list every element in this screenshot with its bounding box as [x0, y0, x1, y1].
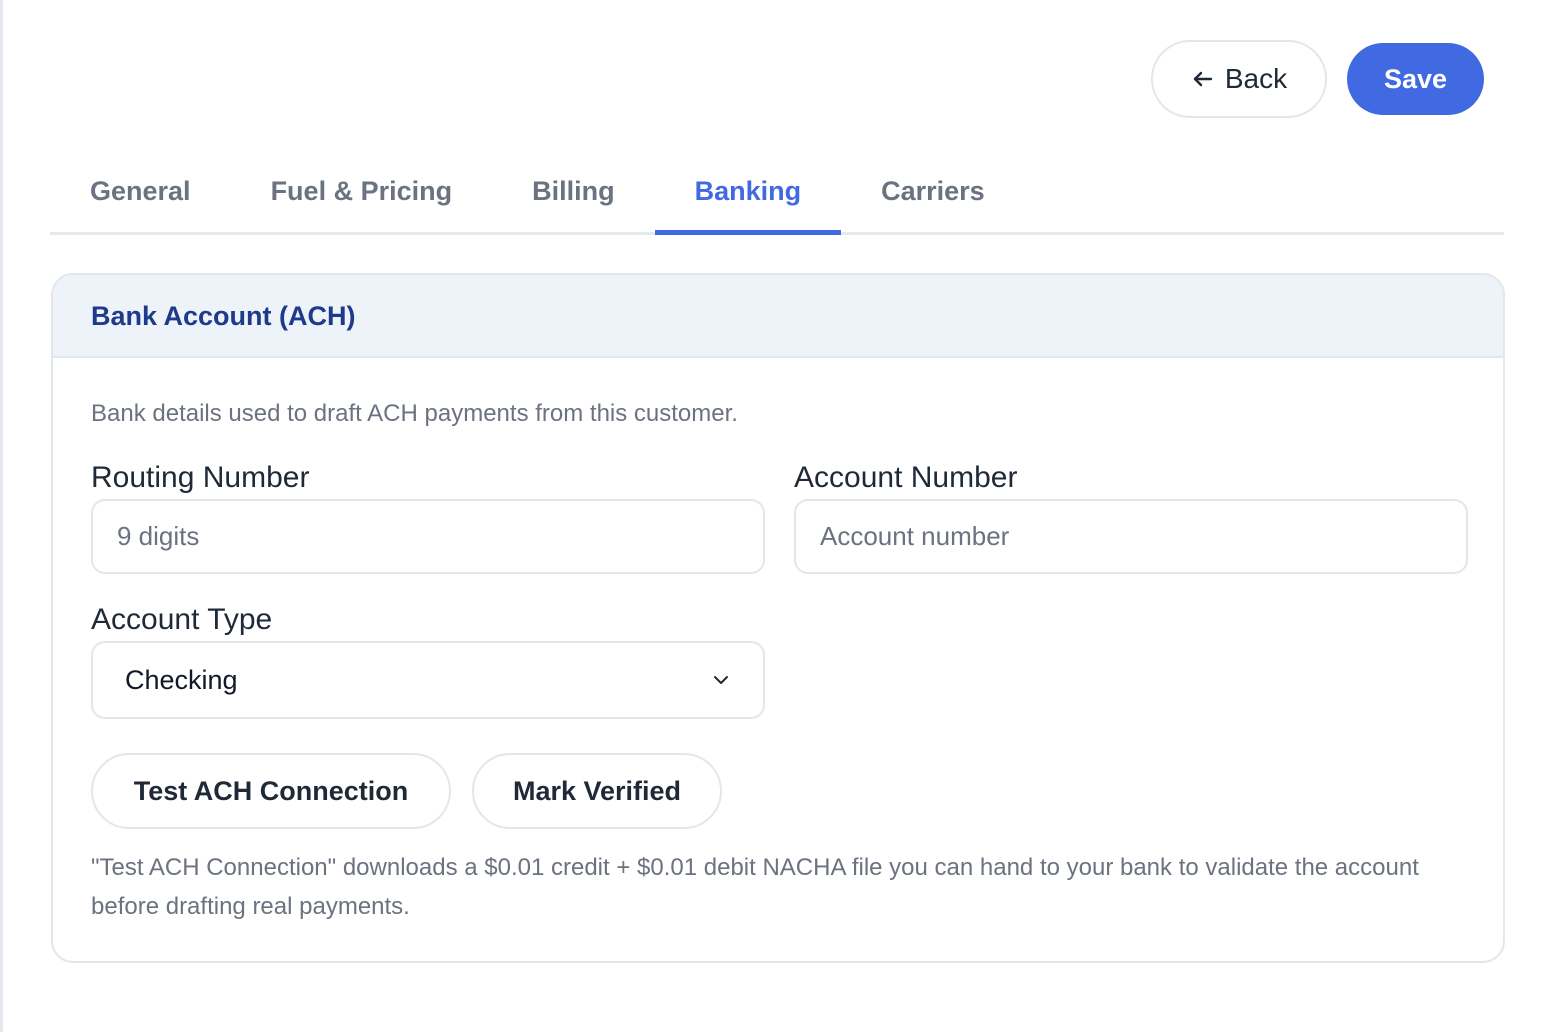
bank-account-card: Bank Account (ACH) Bank details used to …	[51, 273, 1505, 963]
back-button-label: Back	[1224, 63, 1288, 94]
account-type-value: Checking	[125, 664, 238, 695]
tab-banking[interactable]: Banking	[654, 160, 842, 235]
header-actions: Back Save	[1151, 40, 1484, 118]
tab-fuel-pricing[interactable]: Fuel & Pricing	[231, 160, 493, 232]
test-ach-connection-button[interactable]: Test ACH Connection	[91, 753, 451, 829]
tab-carriers[interactable]: Carriers	[841, 160, 1025, 232]
help-text: "Test ACH Connection" downloads a $0.01 …	[91, 854, 1419, 920]
routing-number-label: Routing Number	[91, 461, 310, 494]
tab-bar: General Fuel & Pricing Billing Banking C…	[50, 160, 1504, 235]
back-button[interactable]: Back	[1151, 40, 1327, 118]
card-title: Bank Account (ACH)	[53, 275, 1503, 358]
account-number-label: Account Number	[794, 461, 1018, 494]
routing-number-field: Routing Number	[91, 461, 765, 574]
chevron-down-icon	[711, 670, 731, 690]
save-button[interactable]: Save	[1347, 43, 1484, 115]
arrow-left-icon	[1191, 67, 1215, 91]
account-type-field: Account Type Checking	[91, 603, 765, 719]
routing-number-input[interactable]	[91, 499, 765, 574]
account-type-select[interactable]: Checking	[91, 641, 765, 719]
tab-billing[interactable]: Billing	[492, 160, 655, 232]
page: Back Save General Fuel & Pricing Billing…	[0, 0, 1556, 1032]
card-description: Bank details used to draft ACH payments …	[91, 400, 738, 427]
tab-general[interactable]: General	[50, 160, 231, 232]
account-number-field: Account Number	[794, 461, 1468, 574]
mark-verified-button[interactable]: Mark Verified	[472, 753, 722, 829]
account-number-input[interactable]	[794, 499, 1468, 574]
account-type-label: Account Type	[91, 603, 273, 636]
